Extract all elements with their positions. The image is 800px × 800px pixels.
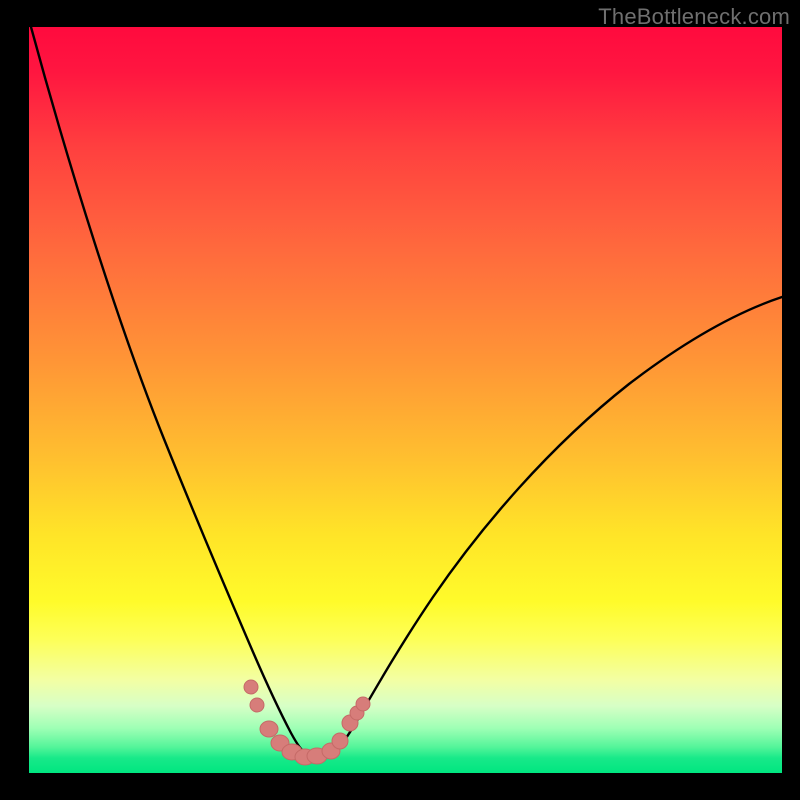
watermark-text: TheBottleneck.com [598,4,790,30]
chart-frame: TheBottleneck.com [0,0,800,800]
trough-markers [244,680,370,765]
plot-area [29,27,782,773]
bottleneck-curve [29,27,782,773]
curve-path [31,27,782,758]
